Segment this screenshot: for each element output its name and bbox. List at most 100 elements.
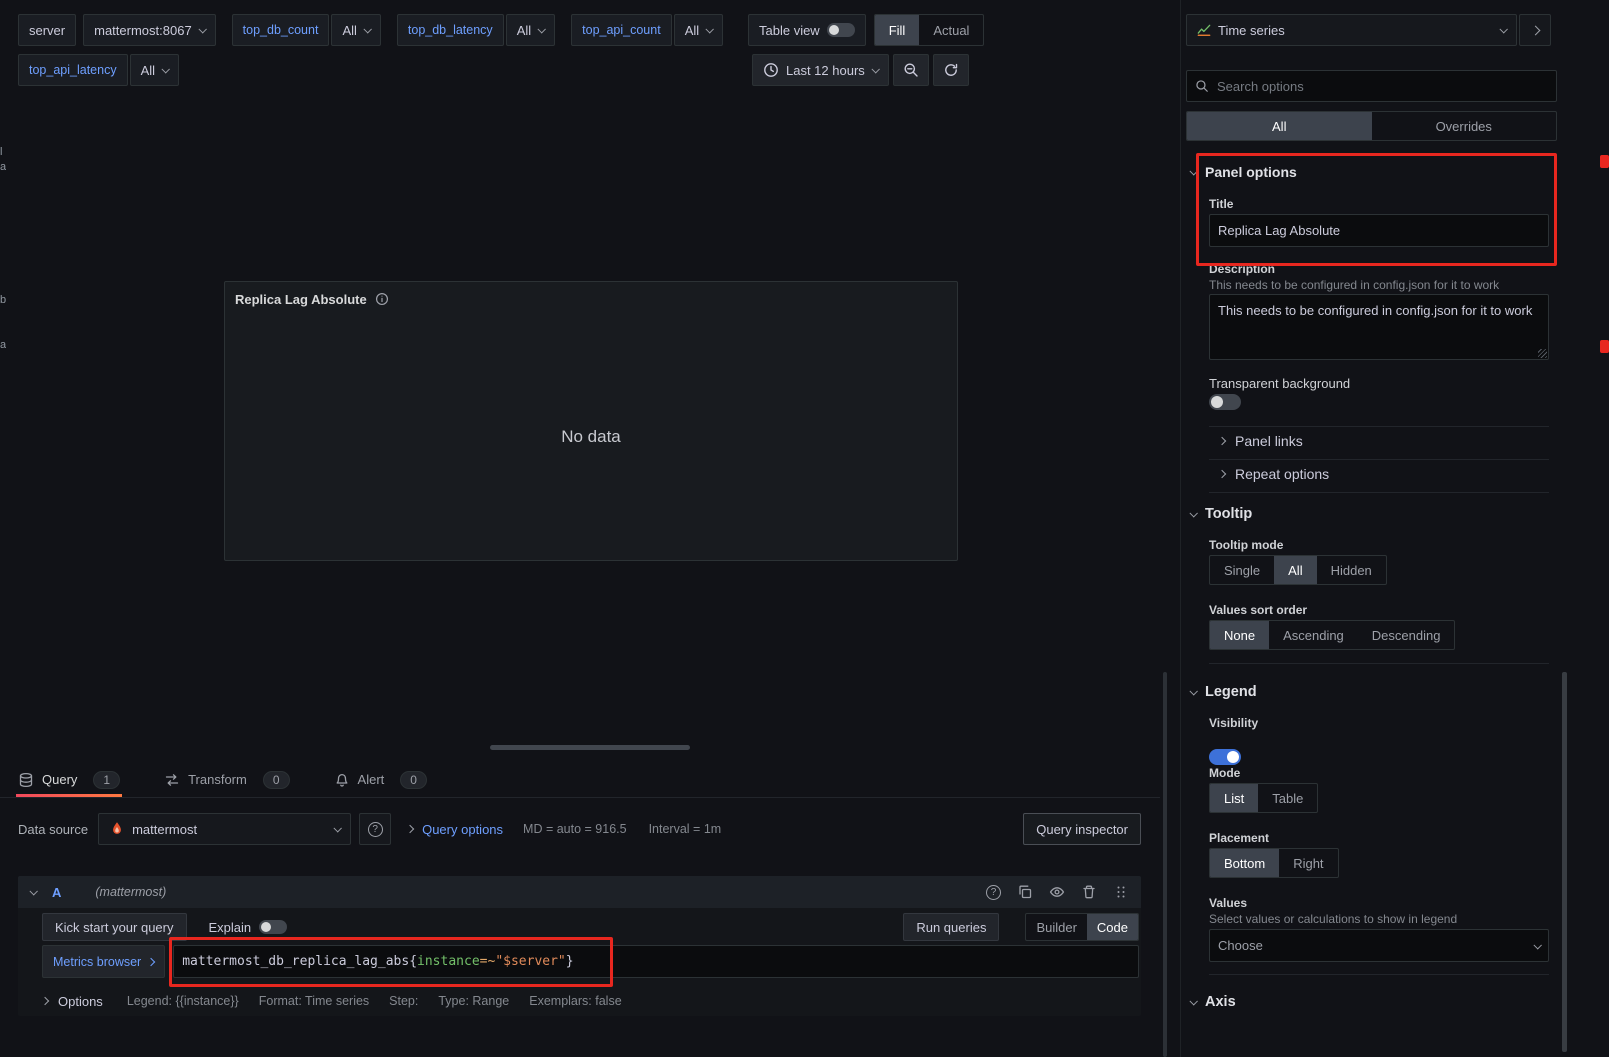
option-legend: Legend: {{instance}} bbox=[127, 994, 239, 1008]
actual-option[interactable]: Actual bbox=[919, 15, 983, 45]
search-options-input[interactable] bbox=[1217, 79, 1548, 94]
explain-toggle[interactable] bbox=[259, 920, 287, 934]
tab-all[interactable]: All bbox=[1187, 112, 1372, 140]
query-help-icon[interactable]: ? bbox=[986, 885, 1001, 900]
tab-query[interactable]: Query 1 bbox=[18, 762, 120, 797]
info-icon[interactable] bbox=[375, 292, 389, 306]
datasource-help-button[interactable]: ? bbox=[359, 813, 391, 845]
var-top-api-count-picker[interactable]: All bbox=[674, 14, 723, 46]
legend-placement-group: Bottom Right bbox=[1209, 848, 1339, 878]
placement-bottom[interactable]: Bottom bbox=[1210, 849, 1279, 877]
legend-values-select[interactable]: Choose bbox=[1209, 929, 1549, 962]
options-label[interactable]: Options bbox=[58, 994, 103, 1009]
var-top-api-latency-label: top_api_latency bbox=[18, 54, 128, 86]
tab-overrides[interactable]: Overrides bbox=[1372, 112, 1557, 140]
interval-detail: Interval = 1m bbox=[649, 822, 722, 836]
sidebar-scrollbar[interactable] bbox=[1562, 672, 1567, 1052]
var-top-api-latency-value: All bbox=[141, 63, 155, 78]
legend-visibility-toggle[interactable] bbox=[1209, 749, 1241, 765]
sort-none[interactable]: None bbox=[1210, 621, 1269, 649]
server-variable-label: server bbox=[18, 14, 76, 46]
query-token-operator: =~ bbox=[480, 954, 496, 969]
var-top-db-latency-picker[interactable]: All bbox=[506, 14, 555, 46]
tab-query-label: Query bbox=[42, 772, 77, 787]
tab-query-badge: 1 bbox=[93, 771, 120, 789]
panel-title-input[interactable] bbox=[1209, 214, 1549, 247]
legend-section-header[interactable]: Legend bbox=[1190, 684, 1257, 700]
annotation-fragment bbox=[1600, 340, 1609, 353]
chevron-down-icon bbox=[1189, 509, 1197, 517]
run-queries-button[interactable]: Run queries bbox=[903, 913, 999, 941]
time-range-picker[interactable]: Last 12 hours bbox=[752, 54, 889, 86]
duplicate-query-icon[interactable] bbox=[1017, 884, 1033, 900]
values-sort-order-label: Values sort order bbox=[1209, 603, 1307, 617]
options-sidebar: Time series All Overrides Panel options … bbox=[1180, 0, 1556, 1057]
datasource-picker[interactable]: mattermost bbox=[98, 813, 351, 845]
chevron-right-icon bbox=[1218, 470, 1226, 478]
metrics-browser-button[interactable]: Metrics browser bbox=[42, 945, 165, 978]
refresh-button[interactable] bbox=[933, 54, 969, 86]
table-view-control[interactable]: Table view bbox=[748, 14, 866, 46]
table-view-label: Table view bbox=[759, 23, 820, 38]
panel-options-header[interactable]: Panel options bbox=[1190, 164, 1297, 180]
transparent-background-toggle[interactable] bbox=[1209, 394, 1241, 410]
var-top-api-latency-picker[interactable]: All bbox=[130, 54, 179, 86]
zoom-out-button[interactable] bbox=[893, 54, 929, 86]
query-input-row: Metrics browser mattermost_db_replica_la… bbox=[42, 945, 1139, 978]
legend-mode-list[interactable]: List bbox=[1210, 784, 1258, 812]
var-top-db-count-picker[interactable]: All bbox=[331, 14, 380, 46]
search-options-box[interactable] bbox=[1186, 70, 1557, 102]
chevron-down-icon bbox=[161, 65, 169, 73]
tooltip-mode-single[interactable]: Single bbox=[1210, 556, 1274, 584]
tab-alert-label: Alert bbox=[358, 772, 385, 787]
transparent-background-label: Transparent background bbox=[1209, 376, 1350, 391]
legend-mode-table[interactable]: Table bbox=[1258, 784, 1317, 812]
kick-start-query-button[interactable]: Kick start your query bbox=[42, 913, 187, 941]
query-token-string: "$server" bbox=[495, 954, 565, 969]
chevron-right-icon[interactable] bbox=[41, 997, 49, 1005]
placement-right[interactable]: Right bbox=[1279, 849, 1337, 877]
query-options-toggle[interactable]: Query options bbox=[407, 822, 503, 837]
description-field-label: Description bbox=[1209, 262, 1275, 276]
code-option[interactable]: Code bbox=[1087, 914, 1138, 940]
delete-query-trash-icon[interactable] bbox=[1081, 884, 1097, 900]
promql-query-input[interactable]: mattermost_db_replica_lag_abs{ instance … bbox=[173, 945, 1139, 978]
sort-descending[interactable]: Descending bbox=[1358, 621, 1455, 649]
chevron-down-icon bbox=[1189, 687, 1197, 695]
table-view-toggle[interactable] bbox=[827, 23, 855, 37]
legend-header-label: Legend bbox=[1205, 684, 1257, 700]
chevron-down-icon bbox=[538, 25, 546, 33]
hide-query-eye-icon[interactable] bbox=[1049, 884, 1065, 900]
max-data-points-detail: MD = auto = 916.5 bbox=[523, 822, 627, 836]
chevron-down-icon[interactable] bbox=[29, 887, 37, 895]
tooltip-mode-hidden[interactable]: Hidden bbox=[1317, 556, 1386, 584]
textarea-resize-grip[interactable] bbox=[1538, 349, 1547, 358]
sort-ascending[interactable]: Ascending bbox=[1269, 621, 1358, 649]
builder-option[interactable]: Builder bbox=[1026, 914, 1086, 940]
edge-text-fragment: b bbox=[0, 294, 6, 306]
main-scrollbar[interactable] bbox=[1163, 672, 1167, 1057]
collapse-options-pane-button[interactable] bbox=[1519, 14, 1551, 46]
pane-resize-handle[interactable] bbox=[490, 745, 690, 750]
question-circle-icon: ? bbox=[368, 822, 383, 837]
panel-links-section[interactable]: Panel links bbox=[1219, 433, 1303, 449]
query-inspector-button[interactable]: Query inspector bbox=[1023, 813, 1141, 845]
tooltip-mode-all[interactable]: All bbox=[1274, 556, 1316, 584]
divider bbox=[1209, 459, 1549, 460]
server-variable-picker[interactable]: mattermost:8067 bbox=[83, 14, 216, 46]
panel-description-textarea[interactable]: This needs to be configured in config.js… bbox=[1209, 294, 1549, 360]
tab-alert[interactable]: Alert 0 bbox=[334, 762, 427, 797]
fill-option[interactable]: Fill bbox=[875, 15, 920, 45]
panel-view-controls: Table view Fill Actual bbox=[748, 14, 984, 46]
server-variable-value: mattermost:8067 bbox=[94, 23, 192, 38]
zoom-out-icon bbox=[903, 62, 919, 78]
drag-handle-grip-icon[interactable] bbox=[1113, 884, 1129, 900]
query-row-header[interactable]: A (mattermost) ? bbox=[18, 876, 1141, 908]
tooltip-section-header[interactable]: Tooltip bbox=[1190, 506, 1252, 522]
visualization-picker[interactable]: Time series bbox=[1186, 14, 1517, 46]
datasource-row: Data source mattermost ? Query options M… bbox=[18, 812, 1141, 846]
axis-section-header[interactable]: Axis bbox=[1190, 994, 1236, 1010]
panel-preview[interactable]: Replica Lag Absolute No data bbox=[224, 281, 958, 561]
repeat-options-section[interactable]: Repeat options bbox=[1219, 466, 1329, 482]
tab-transform[interactable]: Transform 0 bbox=[164, 762, 289, 797]
